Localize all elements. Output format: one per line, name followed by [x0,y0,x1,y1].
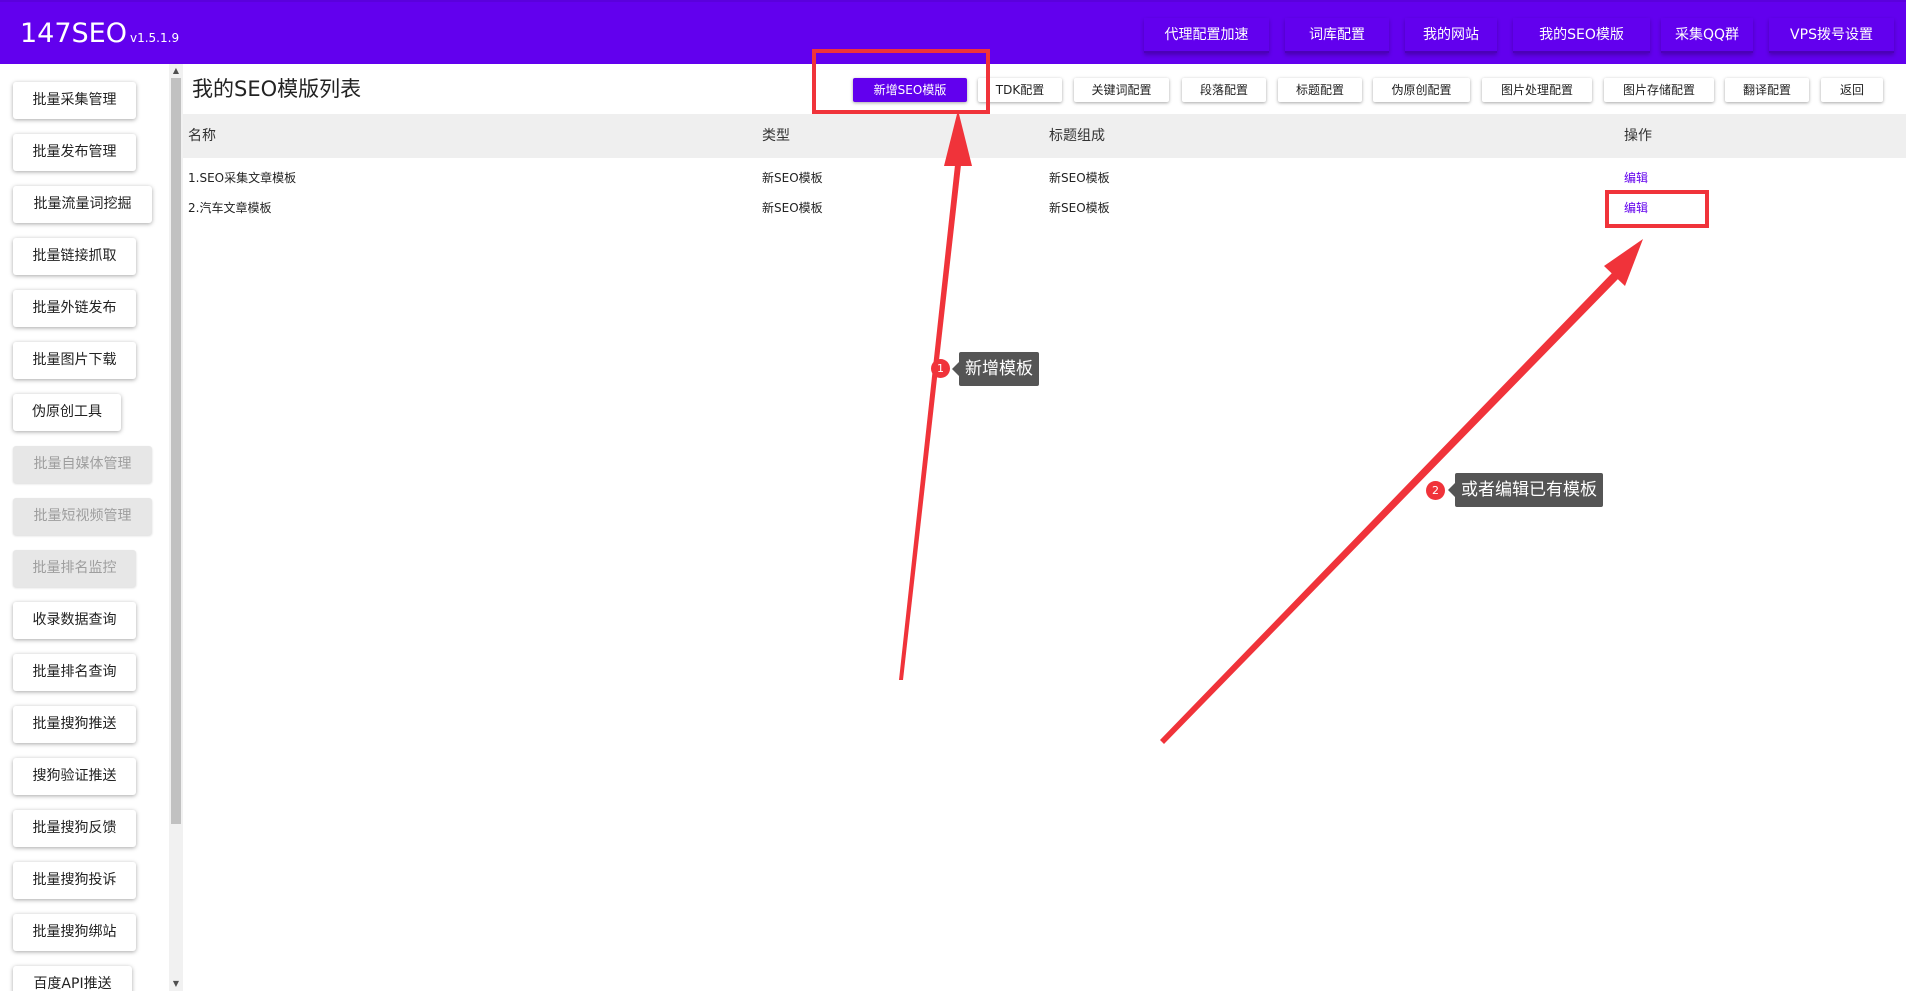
arrow-1-head [944,110,972,166]
annotation-tooltip-1: 新增模板 [952,352,1039,386]
annotation-arrows [899,110,1643,744]
annotation-badge-2: 2 [1426,481,1445,500]
arrow-1-body [899,165,961,680]
annotation-badge-1: 1 [931,359,950,378]
annotation-tooltip-2: 或者编辑已有模板 [1448,473,1603,507]
arrow-2-body [1160,273,1618,744]
